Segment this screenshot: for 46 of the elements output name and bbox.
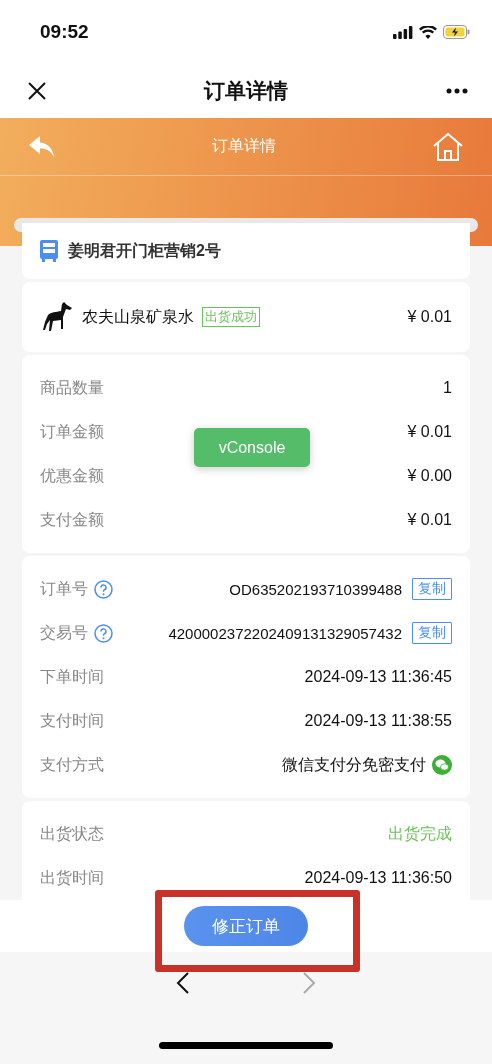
row-label: 支付时间 (40, 710, 104, 731)
vconsole-button[interactable]: vConsole (194, 428, 310, 467)
row-value: ¥ 0.00 (407, 467, 452, 485)
wechat-pay-icon (432, 755, 452, 775)
row-label: 订单号 (40, 578, 88, 599)
row-label: 支付方式 (40, 754, 104, 775)
vending-machine-icon (40, 240, 58, 262)
product-name: 农夫山泉矿泉水 (82, 306, 194, 327)
row-label: 订单金额 (40, 421, 104, 442)
status-time: 09:52 (40, 21, 89, 43)
row-label: 交易号 (40, 622, 88, 643)
back-icon[interactable] (176, 972, 190, 994)
row-value: 1 (443, 379, 452, 397)
status-tag: 出货成功 (202, 307, 260, 327)
more-icon[interactable] (446, 88, 468, 94)
copy-button[interactable]: 复制 (412, 622, 452, 644)
row-value: ¥ 0.01 (407, 423, 452, 441)
header-title: 订单详情 (212, 136, 276, 156)
fix-order-button[interactable]: 修正订单 (184, 906, 308, 946)
help-icon[interactable] (94, 623, 113, 643)
row-value: OD635202193710399488 (229, 580, 402, 598)
battery-icon (443, 25, 470, 39)
row-label: 出货时间 (40, 867, 104, 888)
home-icon[interactable] (432, 131, 464, 162)
wifi-icon (419, 25, 437, 39)
row-value: 2024-09-13 11:38:55 (304, 712, 452, 730)
row-value: 出货完成 (388, 823, 452, 844)
row-value: 微信支付分免密支付 (282, 754, 426, 775)
row-value: 2024-09-13 11:36:50 (304, 869, 452, 887)
row-label: 优惠金额 (40, 465, 104, 486)
page-title: 订单详情 (204, 78, 288, 104)
help-icon[interactable] (94, 579, 113, 599)
store-name: 姜明君开门柜营销2号 (68, 240, 221, 261)
copy-button[interactable]: 复制 (412, 578, 452, 600)
row-label: 下单时间 (40, 666, 104, 687)
row-value: 2024-09-13 11:36:45 (304, 668, 452, 686)
row-label: 商品数量 (40, 377, 104, 398)
back-arrow-icon[interactable] (28, 134, 56, 159)
row-label: 出货状态 (40, 823, 104, 844)
row-value: ¥ 0.01 (407, 511, 452, 529)
product-price: ¥ 0.01 (407, 308, 452, 326)
horse-icon (40, 300, 74, 334)
row-label: 支付金额 (40, 509, 104, 530)
row-value: 4200002372202409131329057432 (168, 624, 402, 642)
signal-icon (393, 25, 413, 39)
close-icon[interactable] (28, 82, 46, 100)
